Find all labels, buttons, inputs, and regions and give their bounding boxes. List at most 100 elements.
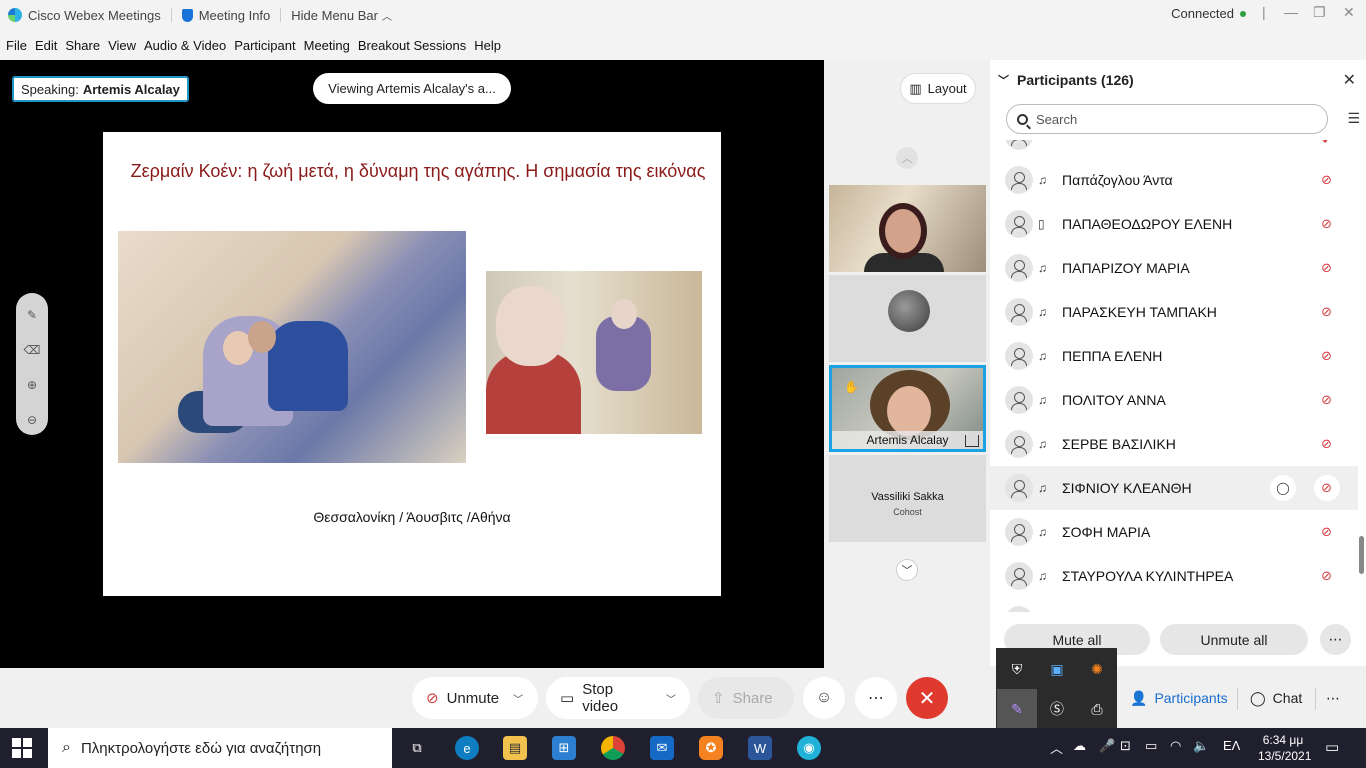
more-options-icon[interactable]: ⋯ [1320,624,1351,655]
speaker-name: Artemis Alcalay [82,81,180,97]
list-item[interactable]: 🎙 [990,140,1358,158]
list-item[interactable] [990,598,1358,612]
menu-help[interactable]: Help [474,38,501,53]
reactions-icon[interactable]: ☺ [803,677,845,719]
menu-participant[interactable]: Participant [234,38,295,53]
menu-file[interactable]: File [6,38,27,53]
eraser-icon[interactable]: ⌫ [22,340,42,360]
skype-icon[interactable]: Ⓢ [1037,689,1077,729]
menu-meeting[interactable]: Meeting [304,38,350,53]
list-item[interactable]: ♫ ΠΑΠΑΡΙΖΟΥ ΜΑΡΙΑ ⊘ [990,246,1358,290]
avast-browser-icon[interactable]: ✪ [699,736,723,760]
list-item[interactable]: ▯ ΠΑΠΑΘΕΟΔΩΡΟΥ ΕΛΕΝΗ ⊘ [990,202,1358,246]
chat-bubble-icon[interactable]: ◯ [1270,475,1296,501]
sort-icon[interactable]: ☰ [1347,110,1360,127]
participants-button[interactable]: 👤 Participants [1130,677,1228,719]
chevron-down-icon: ﹀ [998,75,1009,87]
menu-view[interactable]: View [108,38,136,53]
webex-icon[interactable]: ◉ [797,736,821,760]
list-item[interactable]: ♫ ΠΟΛΙΤΟΥ ΑΝΝΑ ⊘ [990,378,1358,422]
video-tile[interactable]: Vassiliki Sakka Cohost [829,455,986,542]
scroll-down-icon[interactable]: ﹀ [896,559,918,581]
maximize-icon[interactable]: ❐ [1313,4,1326,21]
mic-muted-icon: ⊘ [1321,436,1332,451]
store-icon[interactable]: ⊞ [552,736,576,760]
active-speaker-tile[interactable]: ✋ Artemis Alcalay [829,365,986,452]
volume-icon[interactable]: 🔈 [1193,738,1209,754]
edge-icon[interactable]: e [455,736,479,760]
meeting-info-button[interactable]: Meeting Info [181,8,270,23]
layout-button[interactable]: ▥ Layout [900,73,976,104]
tile-name: Vassiliki Sakka [871,491,944,503]
menu-edit[interactable]: Edit [35,38,57,53]
scrollbar[interactable] [1359,536,1364,574]
headset-icon: ♫ [1038,261,1047,275]
end-meeting-button[interactable]: ✕ [906,677,948,719]
monitor-icon[interactable]: ▣ [1037,649,1077,689]
list-item[interactable]: ♫ Παπάζογλου Άντα ⊘ [990,158,1358,202]
input-language[interactable]: ΕΛ [1223,738,1240,753]
title-bar: Cisco Webex Meetings Meeting Info Hide M… [0,0,1366,30]
headset-icon: ♫ [1038,569,1047,583]
notification-area-icon[interactable]: ⊡ [1120,738,1131,754]
unmute-button[interactable]: ⊘ Unmute ﹀ [412,677,538,719]
chat-button[interactable]: ◯ Chat [1250,677,1302,719]
zoom-in-icon[interactable]: ⊕ [22,375,42,395]
share-button[interactable]: ⇧ Share [698,677,794,719]
wifi-icon[interactable]: ◠ [1170,738,1181,754]
panel-header[interactable]: ﹀ Participants (126) [998,72,1134,88]
menu-audio-video[interactable]: Audio & Video [144,38,226,53]
task-view-icon[interactable]: ⧉ [405,736,429,760]
mail-icon[interactable]: ✉ [650,736,674,760]
list-item[interactable]: ♫ ΠΕΠΠΑ ΕΛΕΝΗ ⊘ [990,334,1358,378]
more-panels-icon[interactable]: ⋯ [1326,677,1340,719]
mic-muted-icon[interactable]: ⊘ [1321,480,1332,496]
close-window-icon[interactable]: ✕ [1343,4,1355,21]
close-panel-icon[interactable]: ✕ [1343,70,1356,90]
file-explorer-icon[interactable]: ▤ [503,736,527,760]
chrome-icon[interactable] [601,736,625,760]
shared-slide: Ζερμαίν Κοέν: η ζωή μετά, η δύναμη της α… [103,132,721,596]
action-center-icon[interactable]: ▭ [1325,738,1339,756]
list-item[interactable]: ♫ ΣΤΑΥΡΟΥΛΑ ΚΥΛΙΝΤΗΡΕΑ ⊘ [990,554,1358,598]
annotate-pen-icon[interactable]: ✎ [22,305,42,325]
hide-menu-bar-button[interactable]: Hide Menu Bar ︿ [291,8,392,23]
slide-photo-visit [486,271,702,434]
list-item[interactable]: ♫ ΠΑΡΑΣΚΕΥΗ ΤΑΜΠΑΚΗ ⊘ [990,290,1358,334]
list-item[interactable]: ♫ ΣΟΦΗ ΜΑΡΙΑ ⊘ [990,510,1358,554]
participant-search-input[interactable]: Search [1006,104,1328,134]
stop-video-button[interactable]: ▭ Stop video ﹀ [546,677,690,719]
tray-chevron-up-icon[interactable]: ︿ [1050,738,1063,757]
chevron-down-icon[interactable]: ﹀ [513,691,523,706]
more-options-icon[interactable]: ⋯ [855,677,897,719]
chevron-up-icon: ︿ [381,11,392,23]
viewing-share-pill[interactable]: Viewing Artemis Alcalay's a... [313,73,511,104]
avast-icon[interactable]: ✺ [1077,649,1117,689]
scroll-up-icon[interactable]: ︿ [896,147,918,169]
security-shield-icon[interactable]: ⛨ [997,649,1037,689]
avatar [1005,342,1033,370]
video-tile[interactable] [829,185,986,272]
clock[interactable]: 6:34 μμ 13/5/2021 [1258,732,1311,764]
onedrive-icon[interactable]: ☁ [1073,738,1086,754]
menu-breakout-sessions[interactable]: Breakout Sessions [358,38,466,53]
unmute-all-button[interactable]: Unmute all [1160,624,1308,655]
list-item[interactable]: ♫ ΣΕΡΒΕ ΒΑΣΙΛΙΚΗ ⊘ [990,422,1358,466]
video-tile[interactable] [829,275,986,362]
chevron-down-icon[interactable]: ﹀ [666,691,676,706]
word-icon[interactable]: W [748,736,772,760]
minimize-icon[interactable]: — [1284,4,1298,20]
taskbar: ⌕ Πληκτρολογήστε εδώ για αναζήτηση ⧉ e ▤… [0,728,1366,768]
printer-icon[interactable]: ⎙ [1077,689,1117,729]
taskbar-search-input[interactable]: ⌕ Πληκτρολογήστε εδώ για αναζήτηση [48,728,392,768]
webex-logo-icon [8,8,22,22]
battery-icon[interactable]: ▭ [1145,738,1157,754]
zoom-out-icon[interactable]: ⊖ [22,410,42,430]
avatar [1005,386,1033,414]
list-item[interactable]: ♫ ΣΙΦΝΙΟΥ ΚΛΕΑΝΘΗ ◯ ⊘ [990,466,1358,510]
windows-start-icon[interactable] [12,738,32,758]
microphone-icon[interactable]: 🎤 [1099,738,1115,754]
pen-icon[interactable]: ✎ [997,689,1037,729]
menu-share[interactable]: Share [65,38,100,53]
layout-icon: ▥ [909,80,922,96]
